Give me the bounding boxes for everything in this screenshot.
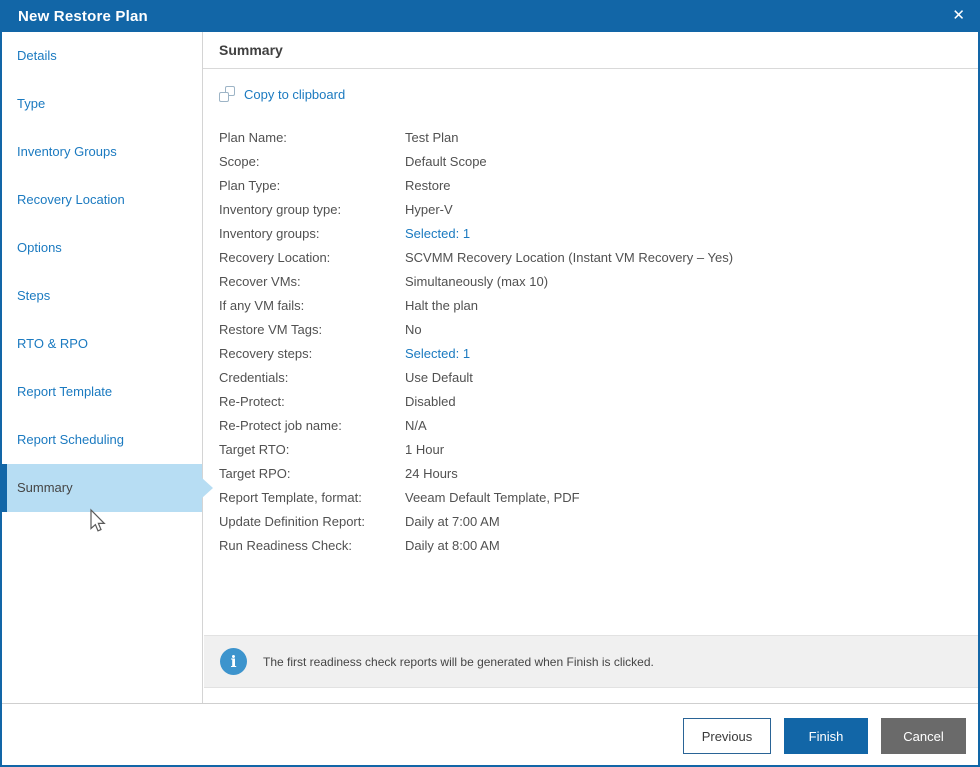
row-value: Veeam Default Template, PDF (405, 490, 580, 505)
row-value: Daily at 8:00 AM (405, 538, 500, 553)
sidebar-item-re-protect-job-name-: Re-Protect job name: N/A (219, 414, 960, 438)
sidebar-item-rto-rpo[interactable]: RTO & RPO (0, 320, 202, 368)
copy-icon (219, 86, 235, 102)
row-value: No (405, 322, 422, 337)
title-bar: New Restore Plan ✕ (0, 0, 980, 32)
sidebar-item-options[interactable]: Options (0, 224, 202, 272)
sidebar-item-if-any-vm-fails-: If any VM fails: Halt the plan (219, 294, 960, 318)
sidebar-item-summary[interactable]: Summary (0, 464, 213, 512)
info-banner: i The first readiness check reports will… (204, 635, 980, 688)
summary-rows: Plan Name: Test Plan Scope: Default Scop… (219, 126, 960, 558)
sidebar-item-recovery-steps-: Recovery steps: Selected: 1 (219, 342, 960, 366)
new-restore-plan-dialog: New Restore Plan ✕ Details Type Inventor… (0, 0, 980, 767)
row-value: 24 Hours (405, 466, 458, 481)
wizard-steps-sidebar: Details Type Inventory Groups Recovery L… (0, 32, 213, 703)
row-label: Report Template, format: (219, 490, 362, 505)
row-label: Re-Protect job name: (219, 418, 342, 433)
row-label: Target RPO: (219, 466, 291, 481)
row-label: Scope: (219, 154, 260, 169)
row-label: Re-Protect: (219, 394, 285, 409)
row-value: Halt the plan (405, 298, 478, 313)
page-title: Summary (203, 32, 980, 69)
sidebar-item-recovery-location[interactable]: Recovery Location (0, 176, 202, 224)
copy-to-clipboard-button[interactable]: Copy to clipboard (219, 86, 345, 102)
sidebar-item-report-template-format-: Report Template, format: Veeam Default T… (219, 486, 960, 510)
row-label: Inventory group type: (219, 202, 342, 217)
row-label: Recovery steps: (219, 346, 313, 361)
sidebar-item-label: Type (17, 96, 46, 111)
sidebar-item-label: Inventory Groups (17, 144, 117, 159)
summary-page: Summary Copy to clipboard Plan Name: Tes… (203, 32, 980, 703)
sidebar-item-plan-type-: Plan Type: Restore (219, 174, 960, 198)
row-value[interactable]: Selected: 1 (405, 342, 960, 366)
sidebar-item-re-protect-: Re-Protect: Disabled (219, 390, 960, 414)
sidebar-item-label: RTO & RPO (17, 336, 89, 351)
row-value: Default Scope (405, 154, 487, 169)
row-value: Simultaneously (max 10) (405, 274, 549, 289)
sidebar-item-report-scheduling[interactable]: Report Scheduling (0, 416, 202, 464)
row-label: Plan Name: (219, 130, 287, 145)
row-value: Test Plan (405, 130, 459, 145)
row-label: If any VM fails: (219, 298, 305, 313)
sidebar-item-update-definition-report-: Update Definition Report: Daily at 7:00 … (219, 510, 960, 534)
sidebar-item-recover-vms-: Recover VMs: Simultaneously (max 10) (219, 270, 960, 294)
sidebar-item-report-template[interactable]: Report Template (0, 368, 202, 416)
sidebar-item-target-rto-: Target RTO: 1 Hour (219, 438, 960, 462)
sidebar-item-credentials-: Credentials: Use Default (219, 366, 960, 390)
sidebar-item-steps[interactable]: Steps (0, 272, 202, 320)
row-value: Use Default (405, 370, 473, 385)
row-value[interactable]: Selected: 1 (405, 222, 960, 246)
sidebar-item-inventory-groups-: Inventory groups: Selected: 1 (219, 222, 960, 246)
sidebar-item-label: Report Template (17, 384, 113, 399)
sidebar-item-label: Options (17, 240, 62, 255)
row-value: Daily at 7:00 AM (405, 514, 500, 529)
row-value: N/A (405, 418, 427, 433)
sidebar-item-label: Details (17, 48, 57, 63)
cancel-button[interactable]: Cancel (881, 718, 966, 754)
sidebar-item-plan-name-: Plan Name: Test Plan (219, 126, 960, 150)
sidebar-item-label: Recovery Location (17, 192, 125, 207)
sidebar-item-recovery-location-: Recovery Location: SCVMM Recovery Locati… (219, 246, 960, 270)
sidebar-item-run-readiness-check-: Run Readiness Check: Daily at 8:00 AM (219, 534, 960, 558)
finish-button[interactable]: Finish (784, 718, 868, 754)
row-label: Inventory groups: (219, 226, 320, 241)
row-value: SCVMM Recovery Location (Instant VM Reco… (405, 250, 734, 265)
row-label: Credentials: (219, 370, 289, 385)
row-label: Plan Type: (219, 178, 281, 193)
row-value: Disabled (405, 394, 456, 409)
sidebar-item-inventory-group-type-: Inventory group type: Hyper-V (219, 198, 960, 222)
info-banner-text: The first readiness check reports will b… (263, 654, 654, 669)
sidebar-item-inventory-groups[interactable]: Inventory Groups (0, 128, 202, 176)
sidebar-item-type[interactable]: Type (0, 80, 202, 128)
row-label: Run Readiness Check: (219, 538, 352, 553)
info-icon: i (220, 648, 247, 675)
sidebar-item-scope-: Scope: Default Scope (219, 150, 960, 174)
sidebar-item-label: Report Scheduling (17, 432, 124, 447)
row-label: Recover VMs: (219, 274, 301, 289)
row-label: Recovery Location: (219, 250, 331, 265)
row-value: 1 Hour (405, 442, 445, 457)
copy-to-clipboard-label: Copy to clipboard (244, 86, 346, 102)
close-icon[interactable]: ✕ (937, 0, 980, 32)
dialog-title: New Restore Plan (18, 7, 148, 25)
sidebar-item-details[interactable]: Details (0, 32, 202, 80)
sidebar-item-label: Steps (17, 288, 51, 303)
row-label: Restore VM Tags: (219, 322, 323, 337)
row-label: Target RTO: (219, 442, 290, 457)
sidebar-item-target-rpo-: Target RPO: 24 Hours (219, 462, 960, 486)
row-label: Update Definition Report: (219, 514, 365, 529)
sidebar-item-restore-vm-tags-: Restore VM Tags: No (219, 318, 960, 342)
row-value: Hyper-V (405, 202, 453, 217)
sidebar-item-label: Summary (17, 480, 73, 495)
dialog-footer: Previous Finish Cancel (0, 703, 980, 767)
previous-button[interactable]: Previous (683, 718, 771, 754)
row-value: Restore (405, 178, 451, 193)
